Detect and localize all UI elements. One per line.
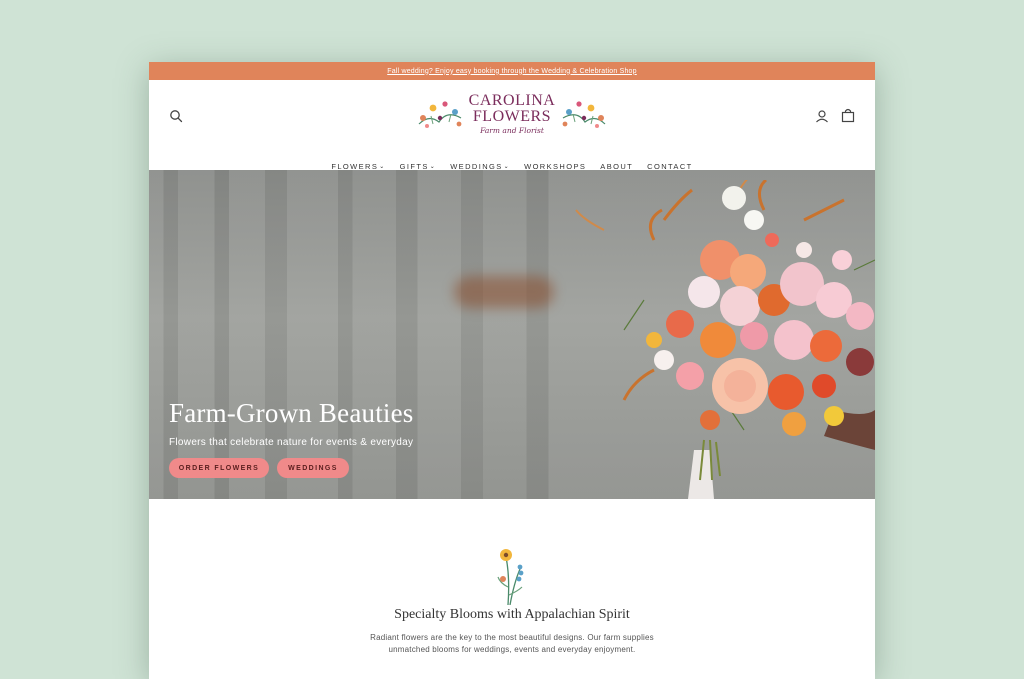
search-icon[interactable] (169, 109, 183, 123)
site-logo[interactable]: CAROLINA FLOWERS Farm and Florist (407, 92, 617, 136)
right-floral-icon (562, 101, 606, 128)
cart-icon[interactable] (841, 108, 855, 123)
hero-banner: Farm-Grown Beauties Flowers that celebra… (149, 170, 875, 499)
intro-section: Specialty Blooms with Appalachian Spirit… (149, 499, 875, 679)
weddings-button[interactable]: WEDDINGS (277, 458, 349, 478)
account-icon[interactable] (815, 109, 829, 123)
order-flowers-button[interactable]: ORDER FLOWERS (169, 458, 269, 478)
logo-line-1: CAROLINA (468, 92, 556, 110)
flower-sprig-icon (497, 549, 524, 605)
bouquet-image (575, 180, 875, 499)
chevron-down-icon: ⌄ (379, 164, 386, 170)
intro-title: Specialty Blooms with Appalachian Spirit (394, 607, 630, 622)
intro-body: Radiant flowers are the key to the most … (370, 633, 654, 654)
logo-tagline: Farm and Florist (480, 126, 544, 136)
hero-title: Farm-Grown Beauties (169, 398, 414, 428)
announcement-bar[interactable]: Fall wedding? Enjoy easy booking through… (149, 62, 875, 80)
chevron-down-icon: ⌄ (429, 164, 437, 170)
chevron-down-icon: ⌄ (503, 164, 511, 170)
logo-wordmark: CAROLINA FLOWERS Farm and Florist (469, 93, 556, 135)
left-floral-icon (418, 101, 462, 128)
announcement-link[interactable]: Fall wedding? Enjoy easy booking through… (387, 68, 637, 75)
site-header: CAROLINA FLOWERS Farm and Florist FLOWER… (149, 80, 875, 171)
hero-subtitle: Flowers that celebrate nature for events… (169, 437, 414, 448)
logo-line-2: FLOWERS (472, 108, 552, 126)
browser-window: Fall wedding? Enjoy easy booking through… (149, 62, 875, 679)
